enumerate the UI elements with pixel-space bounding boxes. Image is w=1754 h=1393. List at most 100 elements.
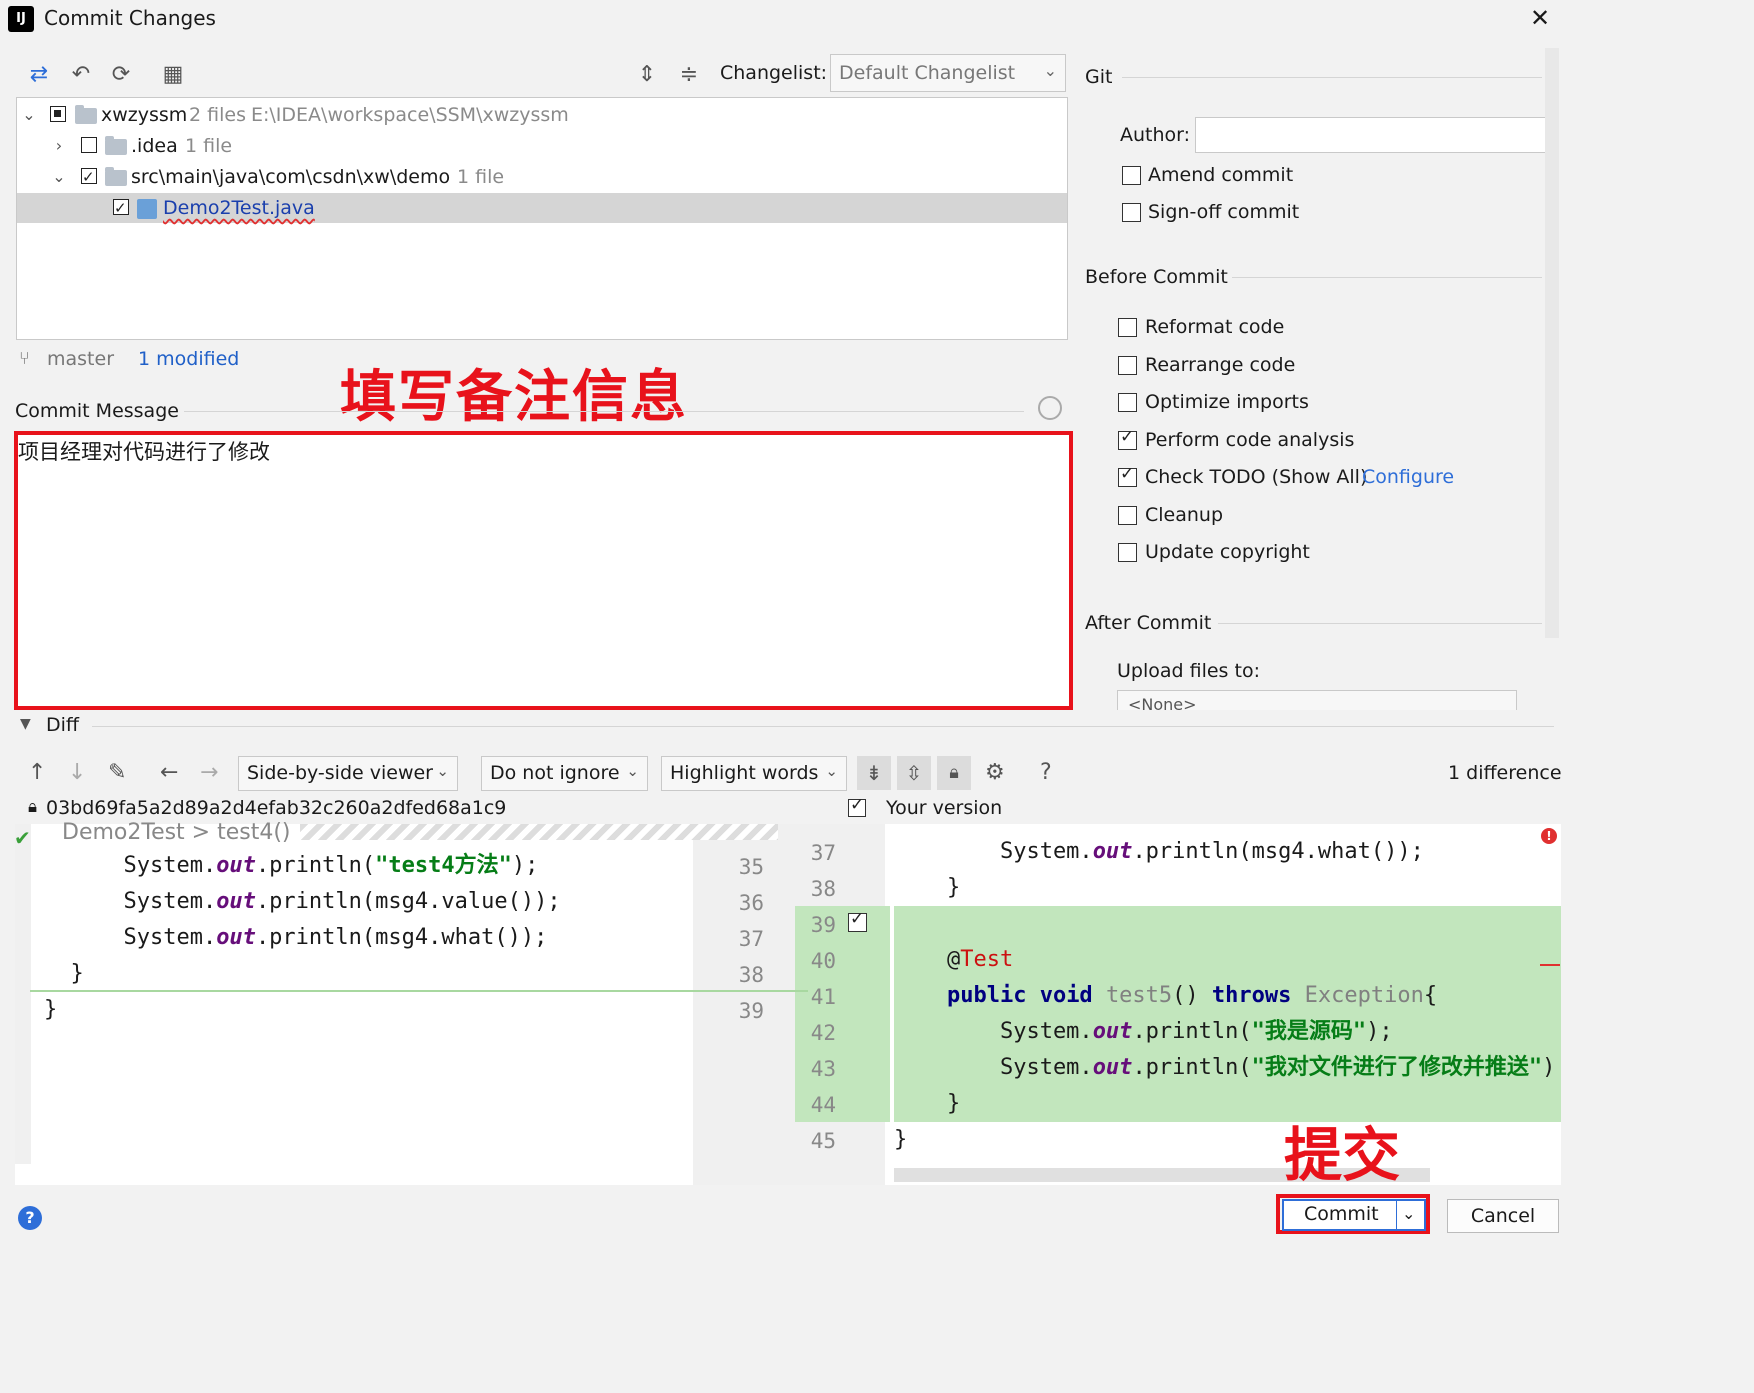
right-line-number: 39 [810,913,836,937]
check-todo-label[interactable]: Check TODO (Show All) [1145,466,1367,488]
src-checkbox[interactable] [81,162,97,192]
signoff-commit-checkbox[interactable] [1122,203,1141,222]
left-gutter [15,824,31,1164]
changes-tree[interactable]: ⌄ xwzyssm 2 files E:\IDEA\workspace\SSM\… [16,97,1068,340]
help-button[interactable]: ? [18,1206,42,1230]
idea-name: .idea [131,135,178,157]
your-version-label: Your version [886,797,1003,819]
ignore-select[interactable]: Do not ignore ⌄ [481,756,648,791]
divider [184,411,1024,412]
reformat-code-checkbox[interactable] [1118,318,1137,337]
right-line-number: 38 [810,877,836,901]
rearrange-code-checkbox[interactable] [1118,356,1137,375]
signoff-commit-label[interactable]: Sign-off commit [1148,201,1299,223]
edit-source-icon[interactable]: ✎ [108,760,126,785]
viewer-select[interactable]: Side-by-side viewer ⌄ [238,756,458,791]
chevron-down-icon[interactable]: ⌄ [21,100,37,130]
commit-message-text[interactable]: 项目经理对代码进行了修改 [18,436,270,466]
lock-icon: 🔒︎ [28,797,38,817]
left-line-number: 37 [738,927,764,951]
chevron-right-icon[interactable]: › [51,131,67,161]
help-icon[interactable]: ? [1040,760,1052,785]
cleanup-label[interactable]: Cleanup [1145,504,1223,526]
collapse-triangle-icon[interactable]: ▼ [20,716,31,732]
title-bar [0,0,1568,40]
optimize-imports-label[interactable]: Optimize imports [1145,391,1309,413]
branch-name[interactable]: master [47,348,114,370]
changelist-label: Changelist: [720,62,828,84]
perform-code-analysis-checkbox[interactable] [1118,427,1137,450]
group-by-icon[interactable]: ▦ [160,62,186,88]
breadcrumb[interactable]: Demo2Test > test4() [62,820,291,845]
chevron-down-icon[interactable]: ⌄ [1402,1204,1415,1223]
history-icon[interactable] [1038,396,1062,420]
check-todo-checkbox[interactable] [1118,464,1137,487]
tree-row-idea[interactable]: › .idea 1 file [17,131,1067,161]
configure-link[interactable]: Configure [1362,466,1454,488]
gear-icon[interactable]: ⚙ [985,760,1005,785]
rearrange-code-label[interactable]: Rearrange code [1145,354,1295,376]
module-icon [75,105,97,124]
previous-difference-icon[interactable]: ↑ [28,760,46,785]
upload-files-label: Upload files to: [1117,660,1260,682]
window-title: Commit Changes [44,6,216,30]
lock-icon[interactable]: 🔒︎ [937,756,971,790]
commit-message-label: Commit Message [15,400,179,422]
root-checkbox[interactable] [50,106,66,122]
check-icon: ✔ [14,826,31,850]
optimize-imports-checkbox[interactable] [1118,393,1137,412]
expand-all-icon[interactable]: ⇕ [634,62,660,88]
commit-message-input[interactable] [14,431,1073,710]
tree-row-src[interactable]: ⌄ src\main\java\com\csdn\xw\demo 1 file [17,162,1067,192]
left-line-number: 38 [738,963,764,987]
previous-file-icon[interactable]: ← [160,760,178,785]
divider [92,726,1554,727]
left-line-number: 39 [738,999,764,1023]
update-copyright-checkbox[interactable] [1118,543,1137,562]
rollback-icon[interactable]: ↶ [68,62,94,88]
changelist-select[interactable]: Default Changelist ⌄ [830,54,1066,92]
right-panel-scrollbar[interactable] [1545,48,1559,638]
divider [1396,1201,1397,1229]
git-section-title: Git [1085,66,1113,88]
cancel-button[interactable]: Cancel [1447,1199,1559,1233]
perform-code-analysis-label[interactable]: Perform code analysis [1145,429,1354,451]
commit-button-label[interactable]: Commit [1304,1203,1379,1225]
next-file-icon[interactable]: → [200,760,218,785]
collapse-all-icon[interactable]: ≑ [676,62,702,88]
amend-commit-checkbox[interactable] [1122,166,1141,185]
file-checkbox[interactable] [113,193,129,223]
chevron-down-icon[interactable]: ⌄ [51,162,67,192]
update-copyright-label[interactable]: Update copyright [1145,541,1310,563]
folder-icon [105,167,127,186]
after-commit-title: After Commit [1085,612,1212,634]
author-input[interactable] [1195,117,1555,153]
right-code: System.out.println(msg4.what()); } @Test… [894,839,1558,1152]
your-version-checkbox[interactable] [848,795,866,817]
error-icon[interactable]: ! [1541,828,1557,844]
cleanup-checkbox[interactable] [1118,506,1137,525]
idea-checkbox[interactable] [81,137,97,153]
include-change-checkbox[interactable] [848,909,867,932]
right-line-number: 43 [810,1057,836,1081]
src-name: src\main\java\com\csdn\xw\demo [131,166,451,188]
right-line-number: 42 [810,1021,836,1045]
diff-title[interactable]: Diff [46,714,79,736]
next-difference-icon[interactable]: ↓ [68,760,86,785]
highlight-select[interactable]: Highlight words ⌄ [661,756,847,791]
chevron-down-icon: ⌄ [1043,61,1057,80]
refresh-icon[interactable]: ⟳ [108,62,134,88]
tree-row-file[interactable]: Demo2Test.java [17,193,1067,223]
show-diff-icon[interactable]: ⇄ [26,62,52,88]
sync-scroll-icon[interactable]: ⇳ [897,756,931,790]
right-line-number: 44 [810,1093,836,1117]
amend-commit-label[interactable]: Amend commit [1148,164,1293,186]
tree-row-root[interactable]: ⌄ xwzyssm 2 files E:\IDEA\workspace\SSM\… [17,100,1067,130]
collapse-unchanged-icon[interactable]: ⇟ [857,756,891,790]
close-icon[interactable]: ✕ [1530,4,1550,32]
reformat-code-label[interactable]: Reformat code [1145,316,1284,338]
upload-files-select[interactable]: <None> [1117,690,1517,710]
right-line-number: 40 [810,949,836,973]
modified-count[interactable]: 1 modified [138,348,239,370]
divider [1218,623,1542,624]
